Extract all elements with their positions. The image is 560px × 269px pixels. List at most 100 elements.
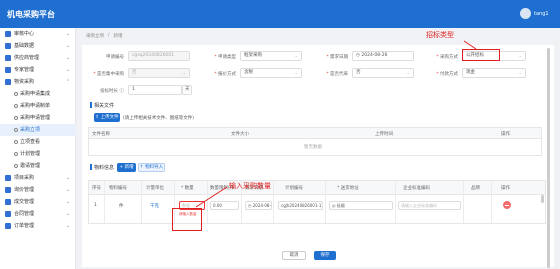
field-label: 投标时长 ⓘ [100,89,124,94]
delete-row-button[interactable] [503,201,511,209]
sidebar-item-audit[interactable]: 审核中心 ⌄ [0,28,76,40]
sidebar-subitem[interactable]: 采购申请管理 [0,112,76,124]
sidebar-item-project[interactable]: 项目采购 ⌄ [0,172,76,184]
chevron-down-icon: ⌄ [518,70,522,75]
field-label: * 采购方式 [436,55,458,60]
sidebar-subitem[interactable]: 计划管理 [0,148,76,160]
add-material-button[interactable]: + 新增 [117,163,136,172]
chevron-down-icon: ⌄ [65,199,70,205]
column-header: 上传时间 [375,132,393,137]
field-label: 申请编号 [106,55,124,60]
column-header: 操作 [501,132,510,137]
files-section-title: 相关文件 [89,102,115,109]
chevron-down-icon: ⌄ [294,53,298,58]
bid-days-unit: 天 [182,85,192,95]
import-material-button[interactable]: ↑ 物料导入 [138,163,165,172]
field-label: * 付款方式 [436,72,458,77]
chevron-down-icon: ⌄ [65,67,70,73]
circle-icon [14,104,18,108]
sidebar-subitem-active[interactable]: 采购立项 [0,124,76,136]
menu-icon [5,67,11,73]
breadcrumb-item[interactable]: 采购立项 [86,33,104,39]
agent-purchase-select[interactable]: 否 ⌄ [352,68,414,78]
demand-date-picker[interactable]: ◷ 2024-08-26 [352,51,414,61]
upload-note: (请上传相关技术文件、图纸等文件) [123,116,195,121]
column-header: * 送货地址 [337,186,359,191]
circle-icon [14,140,18,144]
breadcrumb-item: 新增 [113,34,123,39]
save-button[interactable]: 保存 [314,251,336,260]
menu-icon [5,211,11,217]
sidebar-item-inquiry[interactable]: 询价管理 ⌄ [0,184,76,196]
field-label: * 申请类型 [214,55,236,60]
sidebar-subitem[interactable]: 采购申请制单 [0,100,76,112]
circle-icon [14,128,18,132]
chevron-down-icon: ⌄ [65,55,70,61]
chevron-down-icon: ⌄ [65,31,70,37]
avatar[interactable] [520,8,531,19]
plan-no-input[interactable]: cgjh20240826001-1 [278,201,323,210]
sidebar-item-basic-data[interactable]: 基础数据 ⌄ [0,40,76,52]
annotation-box [172,208,202,231]
column-header: 品牌 [471,186,480,191]
sidebar-item-material-purchase[interactable]: 物资采购 ⌃ [0,76,76,88]
circle-icon [14,152,18,156]
page-scrollbar[interactable] [547,48,550,268]
cancel-button[interactable]: 取消 [282,251,306,260]
scrollbar[interactable] [541,195,544,203]
materials-section-title: 物料信息 [89,164,115,171]
breadcrumb: 采购立项 / 新增 [86,33,123,39]
apply-type-select[interactable]: 框架采购 ⌄ [240,51,302,61]
chevron-down-icon: ⌄ [65,43,70,49]
form-card: 申请编号 cgsq20240826001 * 申请类型 框架采购 ⌄ * 需求日期… [82,45,554,267]
column-header: 操作 [501,186,510,191]
column-header: * 数量 [181,186,194,191]
user-name[interactable]: tang1 [534,11,550,17]
files-table: 文件名称 文件大小 上传时间 操作 暂无数据 [88,127,542,156]
chevron-down-icon: ⌄ [294,70,298,75]
chevron-down-icon: ⌄ [65,223,70,229]
annotation-input-qty: 输入采购数量 [229,182,271,190]
chevron-down-icon: ⌄ [182,70,186,75]
row-date-picker[interactable]: ◷ 2024-08-26 [245,201,272,210]
sidebar-item-order[interactable]: 订单管理 ⌄ [0,220,76,232]
upload-file-button[interactable]: ⇪ 上传文件 [94,113,120,122]
menu-icon [5,79,11,85]
sidebar-item-contract[interactable]: 合同管理 ⌄ [0,208,76,220]
chevron-down-icon: ⌄ [65,175,70,181]
std-code-input[interactable]: 请输入企业标准编码 [398,201,461,210]
chevron-up-icon: ⌃ [65,79,70,85]
sidebar-item-expert[interactable]: 专家管理 ⌄ [0,64,76,76]
sidebar-item-deal[interactable]: 成交管理 ⌄ [0,196,76,208]
chevron-down-icon: ⌄ [65,187,70,193]
payment-method-select[interactable]: 现金 ⌄ [462,68,526,78]
sidebar-subitem[interactable]: 立项查看 [0,136,76,148]
menu-icon [5,187,11,193]
chevron-down-icon: ⌄ [406,70,410,75]
column-header: 文件名称 [92,132,110,137]
address-input[interactable]: ◎ 抚顺 [329,201,393,210]
circle-icon [14,164,18,168]
qty-limit-input[interactable]: 0.00 [210,201,239,210]
menu-icon [5,223,11,229]
quote-method-select[interactable]: 含税 ⌄ [240,68,302,78]
menu-icon [5,175,11,181]
field-label: * 报价方式 [214,72,236,77]
sidebar-item-supplier[interactable]: 供应商管理 ⌄ [0,52,76,64]
unit-value: 千克 [150,204,159,209]
column-header: 计量单位 [146,186,164,191]
menu-icon [5,55,11,61]
material-code: 件 [119,204,124,209]
main-content: 采购立项 / 新增 申请编号 cgsq20240826001 * 申请类型 框架… [82,28,554,269]
sidebar-subitem[interactable]: 采购申请集成 [0,88,76,100]
apply-no-field: cgsq20240826001 [128,51,190,61]
column-header: 计划编号 [285,186,303,191]
sidebar-subitem[interactable]: 邀请管理 [0,160,76,172]
column-header: 文件大小 [231,132,249,137]
chevron-down-icon: ⌄ [518,53,522,58]
menu-icon [5,31,11,37]
materials-table: 序号 物料编号 计量单位 * 数量 数量限制(件) 需求日期 计划编号 * 送货… [88,180,546,224]
bid-days-input[interactable]: 1 [128,85,182,95]
empty-text: 暂无数据 [304,145,322,150]
user-menu[interactable]: tang1 [520,8,550,19]
